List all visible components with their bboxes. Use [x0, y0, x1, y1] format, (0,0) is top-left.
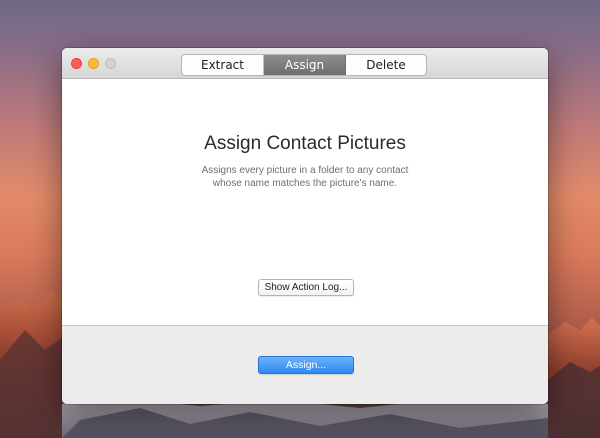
main-panel: Assign Contact Pictures Assigns every pi…	[62, 79, 548, 325]
title-bar: Extract Assign Delete	[62, 48, 548, 79]
description-line-2: whose name matches the picture's name.	[212, 178, 398, 189]
close-icon[interactable]	[71, 58, 82, 69]
tab-extract[interactable]: Extract	[182, 55, 264, 75]
page-title: Assign Contact Pictures	[204, 133, 406, 154]
app-window: Extract Assign Delete Assign Contact Pic…	[62, 48, 548, 404]
minimize-icon[interactable]	[88, 58, 99, 69]
page-description: Assigns every picture in a folder to any…	[62, 164, 548, 190]
assign-button[interactable]: Assign...	[258, 356, 354, 374]
zoom-icon	[105, 58, 116, 69]
tab-delete[interactable]: Delete	[346, 55, 426, 75]
tab-assign[interactable]: Assign	[264, 55, 346, 75]
footer-panel: Assign...	[62, 326, 548, 404]
show-action-log-button[interactable]: Show Action Log...	[258, 279, 354, 296]
mode-segmented-control: Extract Assign Delete	[181, 54, 427, 76]
description-line-1: Assigns every picture in a folder to any…	[201, 165, 409, 176]
